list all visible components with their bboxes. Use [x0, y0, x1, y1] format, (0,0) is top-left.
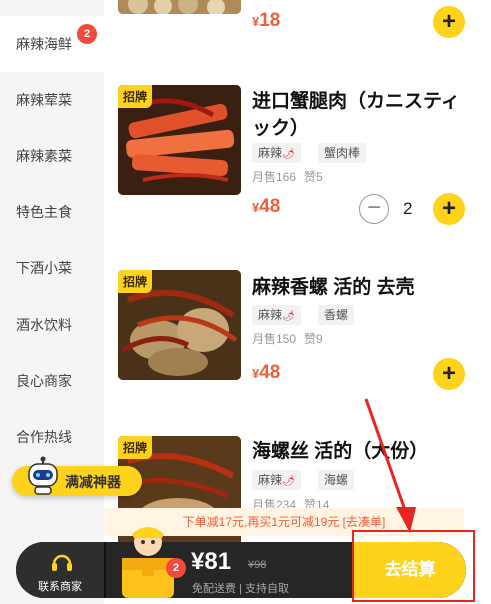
- promo-tool-label: 满减神器: [65, 474, 121, 490]
- plus-icon: +: [441, 195, 456, 222]
- sidebar-item-spicy-seafood[interactable]: 麻辣海鲜 2: [0, 16, 104, 72]
- annotation-arrow: [364, 398, 416, 533]
- product-price: ¥18: [252, 10, 281, 31]
- product-tag: 麻辣🌶: [252, 143, 301, 163]
- sidebar-item-merchant[interactable]: 良心商家: [0, 353, 104, 409]
- signature-badge: 招牌: [118, 436, 153, 459]
- product-tag: 麻辣🌶: [252, 305, 301, 325]
- sidebar-item-label: 特色主食: [16, 204, 72, 220]
- product-title[interactable]: 麻辣香螺 活的 去壳: [252, 274, 462, 301]
- signature-badge: 招牌: [118, 85, 153, 108]
- sidebar-item-staple[interactable]: 特色主食: [0, 184, 104, 240]
- shipping-info: 免配送费 | 支持自取: [192, 583, 289, 595]
- chili-icon: 🌶: [282, 149, 295, 160]
- sidebar-item-label: 下酒小菜: [16, 260, 72, 276]
- add-to-cart-button[interactable]: +: [433, 193, 465, 225]
- contact-merchant-button[interactable]: 联系商家: [16, 542, 106, 598]
- product-stats: 月售166 赞5: [252, 170, 323, 184]
- decrease-quantity-button[interactable]: −: [359, 194, 389, 224]
- product-price: ¥48: [252, 362, 281, 383]
- promo-tool-button[interactable]: 满减神器: [12, 456, 142, 496]
- product-title[interactable]: 海螺丝 活的（大份）: [252, 438, 462, 465]
- category-count-badge: 2: [77, 24, 97, 44]
- product-tag: 海螺: [318, 470, 355, 490]
- robot-icon: [28, 456, 58, 495]
- cart-item-count-badge: 2: [166, 558, 186, 578]
- product-image[interactable]: 招牌: [118, 85, 241, 195]
- product-image[interactable]: [118, 0, 241, 14]
- sidebar-item-label: 麻辣素菜: [16, 148, 72, 164]
- product-price: ¥48: [252, 196, 281, 217]
- plus-icon: +: [441, 360, 456, 387]
- food-photo: [118, 0, 241, 14]
- minus-icon: −: [366, 194, 381, 221]
- sidebar-item-drinks[interactable]: 酒水饮料: [0, 297, 104, 353]
- chili-icon: 🌶: [282, 311, 295, 322]
- sidebar-item-label: 酒水饮料: [16, 317, 72, 333]
- chili-icon: 🌶: [282, 476, 295, 487]
- cart-original-total: ¥98: [248, 559, 267, 571]
- sidebar-item-spicy-veg[interactable]: 麻辣素菜: [0, 128, 104, 184]
- sidebar-item-snacks[interactable]: 下酒小菜: [0, 240, 104, 296]
- product-title[interactable]: 进口蟹腿肉（カニスティック）: [252, 88, 462, 142]
- product-tag: 香螺: [318, 305, 355, 325]
- sidebar-item-label: 良心商家: [16, 373, 72, 389]
- item-quantity: 2: [403, 199, 413, 218]
- sidebar-item-label: 麻辣海鲜: [16, 36, 72, 52]
- product-stats: 月售150 赞9: [252, 332, 323, 346]
- category-sidebar: 麻辣海鲜 2 麻辣荤菜 麻辣素菜 特色主食 下酒小菜 酒水饮料 良心商家 合作热…: [0, 0, 104, 604]
- add-to-cart-button[interactable]: +: [433, 358, 465, 390]
- product-image[interactable]: 招牌: [118, 270, 241, 380]
- sidebar-item-spicy-meat[interactable]: 麻辣荤菜: [0, 72, 104, 128]
- headset-icon: [52, 554, 72, 571]
- sidebar-item-label: 麻辣荤菜: [16, 92, 72, 108]
- cart-total: ¥81: [191, 548, 232, 575]
- sidebar-item-label: 合作热线: [16, 429, 72, 445]
- product-tag: 麻辣🌶: [252, 470, 301, 490]
- plus-icon: +: [441, 8, 456, 35]
- signature-badge: 招牌: [118, 270, 153, 293]
- contact-merchant-label: 联系商家: [38, 581, 82, 593]
- product-tag: 蟹肉棒: [318, 143, 367, 163]
- annotation-highlight-box: [352, 530, 475, 602]
- add-to-cart-button[interactable]: +: [433, 6, 465, 38]
